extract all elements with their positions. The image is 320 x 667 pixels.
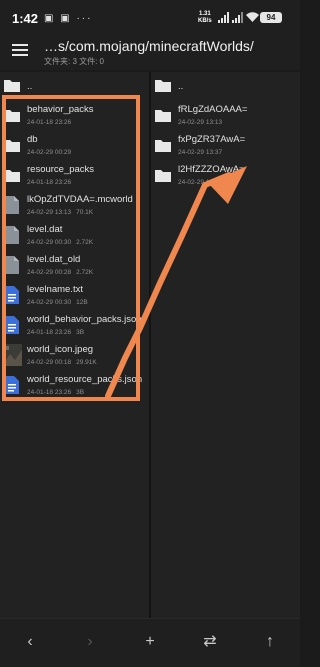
list-item[interactable]: resource_packs 24-01-18 23:26 — [0, 162, 149, 192]
file-name: lkOpZdTVDAA=.mcworld — [27, 194, 133, 205]
parent-directory-row[interactable]: .. — [151, 74, 300, 104]
folder-icon — [155, 170, 171, 182]
file-meta: 24-02-29 00:30 2.72K — [27, 239, 93, 246]
right-file-pane[interactable]: .. fRLgZdAOAAA= 24-02-29 13:13 fxPgZR37A… — [151, 72, 300, 618]
file-icon — [5, 196, 19, 214]
file-name: world_behavior_packs.json — [27, 314, 142, 325]
folder-name: fxPgZR37AwA= — [178, 134, 246, 145]
file-name: world_icon.jpeg — [27, 344, 94, 355]
text-file-icon — [5, 376, 19, 394]
bottom-toolbar: ‹ › + ⇄ ↑ — [0, 618, 300, 667]
file-name: behavior_packs — [27, 104, 94, 115]
file-size: 12B — [76, 299, 88, 306]
network-speed: 1.31 KB/s — [198, 11, 212, 25]
parent-directory-label: .. — [178, 81, 184, 92]
left-file-pane[interactable]: .. behavior_packs 24-01-18 23:26 db 24-0… — [0, 72, 149, 618]
file-meta: 24-02-29 00:30 12B — [27, 299, 88, 306]
folder-icon — [155, 140, 171, 152]
notification-icons: ▣ ▣ ··· — [44, 13, 93, 24]
signal-icon-2 — [232, 12, 243, 23]
file-size: 29.91K — [76, 359, 97, 366]
file-name: levelname.txt — [27, 284, 83, 295]
file-meta: 24-02-29 00:29 — [27, 149, 71, 156]
folder-date: 24-02-29 13:13 — [178, 119, 223, 126]
parent-directory-row[interactable]: .. — [0, 74, 149, 104]
list-item[interactable]: fRLgZdAOAAA= 24-02-29 13:13 — [151, 102, 300, 132]
hamburger-menu-icon[interactable] — [12, 42, 30, 60]
file-name: db — [27, 134, 38, 145]
wifi-icon — [246, 12, 259, 22]
file-date: 24-02-29 13:13 — [27, 209, 72, 216]
folder-icon — [155, 110, 171, 122]
file-size: 70.1K — [76, 209, 94, 216]
list-item[interactable]: level.dat 24-02-29 00:30 2.72K — [0, 222, 149, 252]
file-meta: 24-01-18 23:26 — [27, 179, 71, 186]
folder-icon — [4, 110, 20, 122]
app-bar: …s/com.mojang/minecraftWorlds/ 文件夹: 3 文件… — [0, 34, 300, 70]
folder-name: fRLgZdAOAAA= — [178, 104, 248, 115]
image-thumbnail-icon — [2, 344, 22, 366]
list-item[interactable]: world_resource_packs.json 24-01-18 23:26… — [0, 372, 149, 402]
file-date: 24-02-29 00:30 — [27, 299, 72, 306]
file-size: 2.72K — [76, 269, 94, 276]
file-date: 24-01-18 23:26 — [27, 179, 72, 186]
file-icon — [5, 226, 19, 244]
file-size: 3B — [76, 389, 85, 396]
file-date: 24-02-29 00:28 — [27, 269, 72, 276]
file-date: 24-01-18 23:26 — [27, 119, 72, 126]
file-meta: 24-02-29 13:13 70.1K — [27, 209, 93, 216]
text-file-icon — [5, 316, 19, 334]
status-time: 1:42 — [12, 11, 39, 26]
status-bar: 1:42 ▣ ▣ ··· 1.31 KB/s 94 — [0, 0, 300, 34]
file-meta: 24-01-18 23:26 3B — [27, 329, 84, 336]
file-icon — [5, 256, 19, 274]
file-date: 24-02-29 00:30 — [27, 239, 72, 246]
file-meta: 24-02-29 00:18 29.91K — [27, 359, 97, 366]
file-meta: 24-01-18 23:26 — [27, 119, 71, 126]
file-size: 2.72K — [76, 239, 94, 246]
folder-icon — [4, 140, 20, 152]
file-date: 24-02-29 00:18 — [27, 359, 72, 366]
list-item[interactable]: db 24-02-29 00:29 — [0, 132, 149, 162]
file-date: 24-01-18 23:26 — [27, 329, 72, 336]
list-item[interactable]: world_behavior_packs.json 24-01-18 23:26… — [0, 312, 149, 342]
list-item[interactable]: level.dat_old 24-02-29 00:28 2.72K — [0, 252, 149, 282]
folder-icon — [4, 80, 20, 92]
list-item[interactable]: world_icon.jpeg 24-02-29 00:18 29.91K — [0, 342, 149, 372]
file-meta: 24-01-18 23:26 3B — [27, 389, 84, 396]
add-icon[interactable]: + — [140, 632, 160, 652]
file-name: level.dat_old — [27, 254, 81, 265]
forward-arrow-icon[interactable]: › — [80, 632, 100, 652]
file-name: world_resource_packs.json — [27, 374, 143, 385]
list-item[interactable]: lkOpZdTVDAA=.mcworld 24-02-29 13:13 70.1K — [0, 192, 149, 222]
folder-date: 24-02-29 13:37 — [178, 149, 223, 156]
list-item[interactable]: l2HfZZZOAwA= 24-02-29 12:17 — [151, 162, 300, 192]
signal-icon — [218, 12, 229, 23]
swap-panes-icon[interactable]: ⇄ — [200, 632, 220, 652]
folder-icon — [155, 80, 171, 92]
back-arrow-icon[interactable]: ‹ — [20, 632, 40, 652]
text-file-icon — [5, 286, 19, 304]
folder-file-count: 文件夹: 3 文件: 0 — [44, 57, 105, 66]
folder-name: l2HfZZZOAwA= — [178, 164, 245, 175]
battery-icon: 94 — [260, 12, 282, 23]
network-speed-unit: KB/s — [198, 18, 212, 24]
list-item[interactable]: behavior_packs 24-01-18 23:26 — [0, 102, 149, 132]
file-date: 24-01-18 23:26 — [27, 389, 72, 396]
folder-icon — [4, 170, 20, 182]
file-name: level.dat — [27, 224, 63, 235]
list-item[interactable]: levelname.txt 24-02-29 00:30 12B — [0, 282, 149, 312]
file-meta: 24-02-29 00:28 2.72K — [27, 269, 93, 276]
parent-directory-label: .. — [27, 81, 33, 92]
network-speed-value: 1.31 — [198, 11, 211, 17]
file-name: resource_packs — [27, 164, 95, 175]
up-directory-icon[interactable]: ↑ — [260, 632, 280, 652]
file-size: 3B — [76, 329, 85, 336]
file-date: 24-02-29 00:29 — [27, 149, 72, 156]
folder-date: 24-02-29 12:17 — [178, 179, 223, 186]
list-item[interactable]: fxPgZR37AwA= 24-02-29 13:37 — [151, 132, 300, 162]
current-path[interactable]: …s/com.mojang/minecraftWorlds/ — [44, 38, 254, 54]
